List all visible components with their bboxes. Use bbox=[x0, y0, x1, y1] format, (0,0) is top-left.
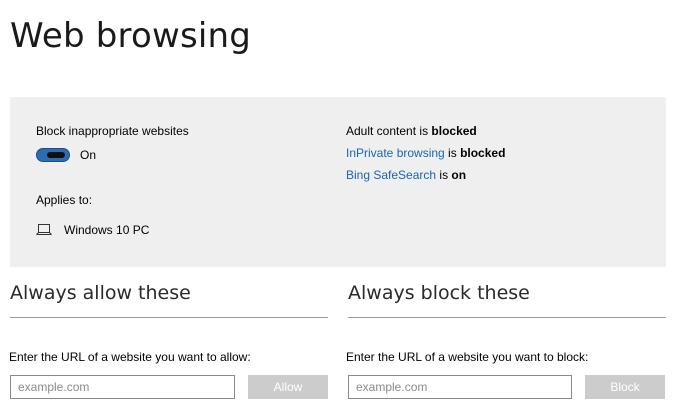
device-item: Windows 10 PC bbox=[36, 222, 149, 238]
status-adult-content: Adult content is blocked bbox=[346, 123, 477, 139]
block-toggle[interactable] bbox=[36, 148, 70, 162]
bing-safesearch-link[interactable]: Bing SafeSearch bbox=[346, 168, 436, 182]
summary-panel: Block inappropriate websites On Applies … bbox=[10, 97, 666, 267]
block-url-input[interactable] bbox=[348, 375, 572, 399]
block-toggle-row: On bbox=[36, 148, 96, 162]
status-subject: Adult content bbox=[346, 124, 417, 138]
applies-to-label: Applies to: bbox=[36, 193, 93, 207]
laptop-icon bbox=[36, 224, 52, 235]
device-name: Windows 10 PC bbox=[64, 223, 150, 237]
allow-section-divider bbox=[10, 317, 328, 318]
block-section-title: Always block these bbox=[348, 282, 530, 304]
status-inprivate-browsing: InPrivate browsing is blocked bbox=[346, 145, 505, 161]
toggle-knob bbox=[47, 152, 65, 158]
block-inappropriate-label: Block inappropriate websites bbox=[36, 124, 189, 138]
block-button[interactable]: Block bbox=[585, 375, 665, 399]
inprivate-browsing-link[interactable]: InPrivate browsing bbox=[346, 146, 445, 160]
allow-instruction: Enter the URL of a website you want to a… bbox=[9, 350, 251, 364]
status-verb: is bbox=[436, 168, 452, 182]
allow-button[interactable]: Allow bbox=[248, 375, 328, 399]
status-state: blocked bbox=[431, 124, 477, 138]
block-settings: Block inappropriate websites On Applies … bbox=[36, 123, 189, 237]
status-verb: is bbox=[416, 124, 432, 138]
block-section-divider bbox=[348, 317, 666, 318]
status-verb: is bbox=[444, 146, 461, 160]
allow-section-title: Always allow these bbox=[10, 282, 191, 304]
allow-url-input[interactable] bbox=[10, 375, 235, 399]
status-bing-safesearch: Bing SafeSearch is on bbox=[346, 167, 466, 183]
toggle-state-label: On bbox=[80, 148, 97, 162]
page-title: Web browsing bbox=[10, 16, 252, 56]
block-instruction: Enter the URL of a website you want to b… bbox=[346, 350, 589, 364]
status-state: on bbox=[451, 168, 467, 182]
status-state: blocked bbox=[460, 146, 506, 160]
